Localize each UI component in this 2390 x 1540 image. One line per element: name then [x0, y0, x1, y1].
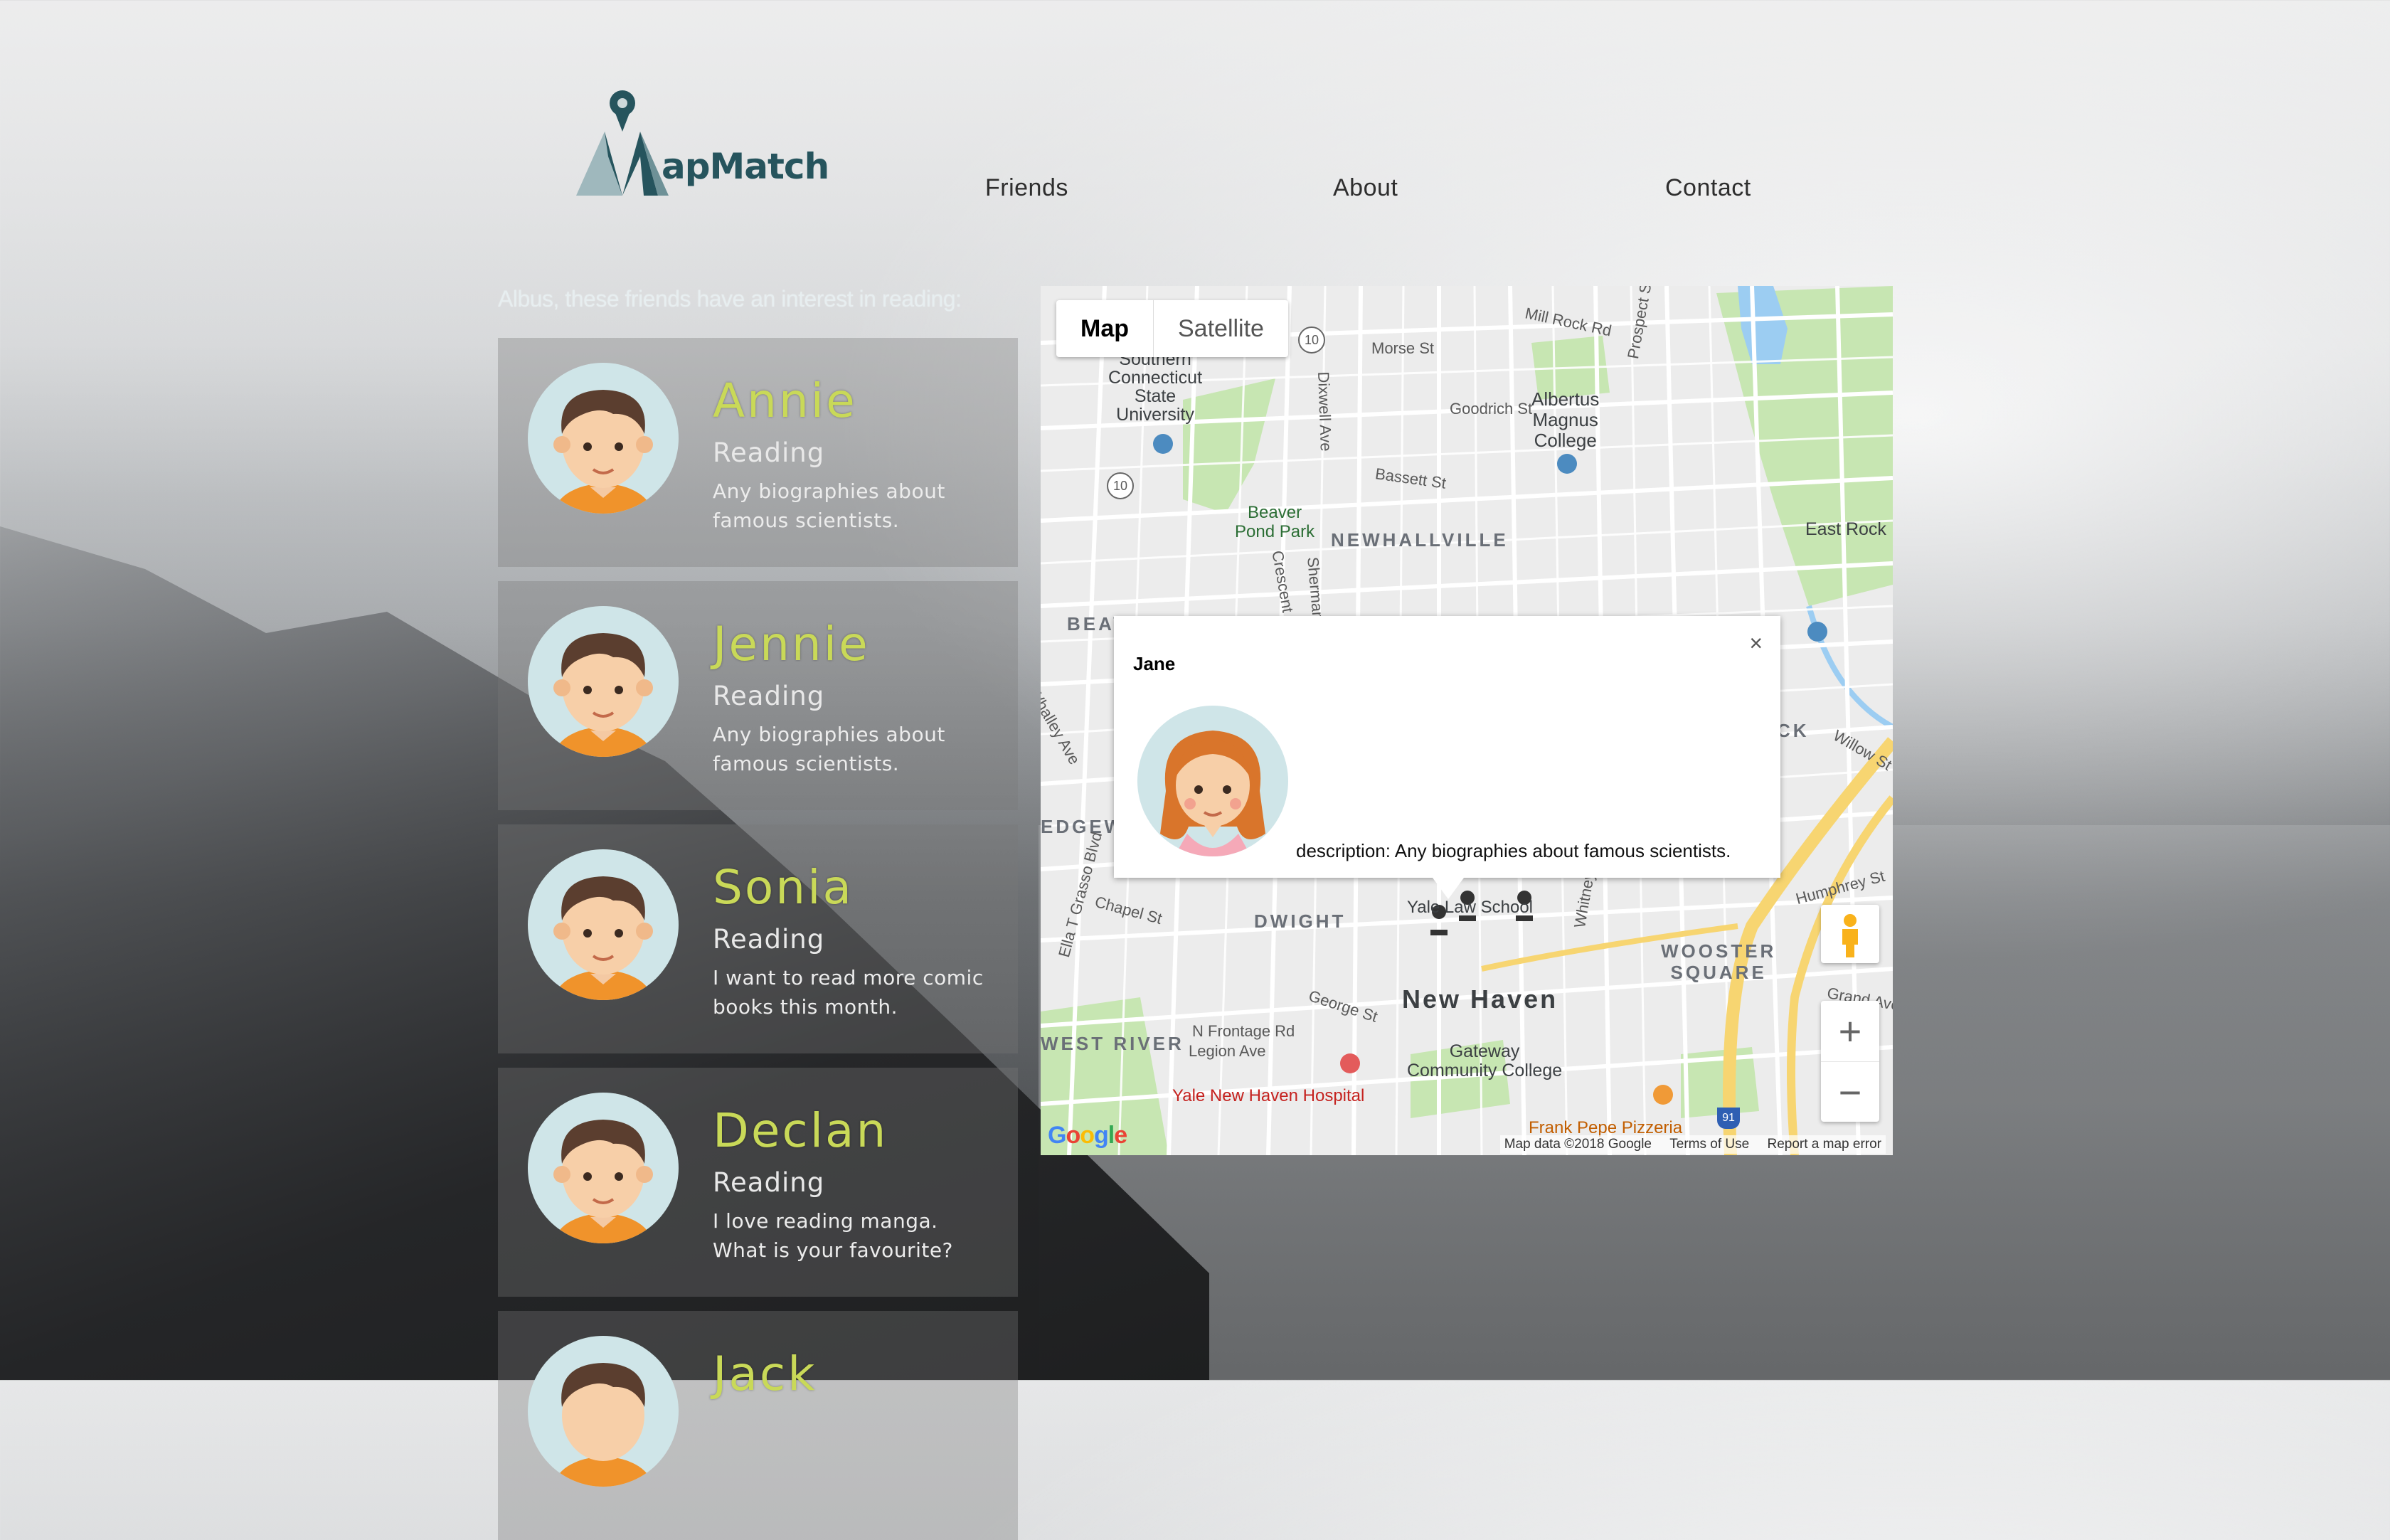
map-label-gateway: Gateway Community College [1407, 1041, 1563, 1080]
logo-text[interactable]: apMatch [662, 146, 829, 187]
map-label-dwight: DWIGHT [1254, 910, 1347, 932]
route-10-shield-icon: 10 [1298, 326, 1325, 354]
map-attribution: Map data ©2018 Google Terms of Use Repor… [1499, 1135, 1886, 1154]
girl-avatar-icon [1137, 706, 1288, 856]
interstate-91-shield-icon: 91 [1717, 1108, 1740, 1129]
friend-description: Any biographies about famous scientists. [713, 479, 945, 532]
map-label-east-rock-neighborhood: CK [1777, 720, 1810, 741]
friend-card[interactable]: Sonia Reading I want to read more comic … [498, 824, 1018, 1053]
map-label-wooster-square: WOOSTER SQUARE [1661, 940, 1777, 983]
info-window-title: Jane [1133, 653, 1176, 674]
friend-description: I love reading manga. What is your favou… [713, 1209, 953, 1262]
friend-card[interactable]: Annie Reading Any biographies about famo… [498, 338, 1018, 567]
map-type-satellite-button[interactable]: Satellite [1153, 300, 1288, 357]
report-map-error-link[interactable]: Report a map error [1767, 1137, 1881, 1152]
map-info-window: Jane × description: Any biographies abou… [1114, 616, 1780, 899]
map-data-text: Map data ©2018 Google [1504, 1137, 1652, 1152]
pegman-icon[interactable] [1821, 905, 1879, 963]
intro-text: Albus, these friends have an interest in… [498, 286, 962, 312]
map-label-albertus: Albertus Magnus College [1531, 388, 1600, 451]
map-type-map-button[interactable]: Map [1056, 300, 1153, 357]
boy-avatar-icon [528, 1336, 679, 1487]
boy-avatar-icon [528, 1093, 679, 1243]
friend-name: Sonia [713, 860, 854, 915]
map-label-n-frontage: N Frontage Rd [1192, 1022, 1295, 1040]
friend-description: I want to read more comic books this mon… [713, 966, 984, 1019]
map-label-edgewood: EDGEW [1041, 816, 1125, 837]
friend-interest: Reading [713, 437, 825, 468]
close-icon[interactable]: × [1749, 630, 1763, 657]
friend-name: Annie [713, 373, 857, 428]
friend-name: Jennie [713, 617, 870, 671]
nav-contact[interactable]: Contact [1665, 174, 1751, 202]
friend-interest: Reading [713, 1167, 825, 1198]
map-label-yale-law: Yale Law School [1407, 898, 1533, 917]
map-label-west-river: WEST RIVER [1041, 1033, 1184, 1054]
terms-of-use-link[interactable]: Terms of Use [1669, 1137, 1749, 1152]
friend-card[interactable]: Jack [498, 1311, 1018, 1540]
map-type-control: Map Satellite [1056, 300, 1288, 357]
map-label-newhallville: NEWHALLVILLE [1331, 529, 1509, 551]
nav-friends[interactable]: Friends [985, 174, 1068, 202]
map-label-yale-hospital: Yale New Haven Hospital [1172, 1086, 1365, 1105]
route-10-shield-icon: 10 [1107, 472, 1134, 499]
zoom-control: + − [1821, 1001, 1879, 1122]
map-label-beaver-pond: Beaver Pond Park [1235, 503, 1315, 541]
google-logo[interactable]: Google [1048, 1122, 1127, 1149]
map-label-legion: Legion Ave [1189, 1042, 1266, 1060]
map-label-new-haven: New Haven [1402, 984, 1558, 1014]
map-label-dixwell: Dixwell Ave [1314, 371, 1335, 452]
map-label-southern-ct: Southern Connecticut State University [1108, 349, 1203, 425]
map-label-east-rock: East Rock [1805, 519, 1886, 539]
friend-description: Any biographies about famous scientists. [713, 723, 945, 775]
boy-avatar-icon [528, 363, 679, 514]
friend-name: Declan [713, 1103, 888, 1158]
info-window-description: description: Any biographies about famou… [1296, 840, 1731, 861]
friend-card[interactable]: Jennie Reading Any biographies about fam… [498, 581, 1018, 810]
map-label-goodrich: Goodrich St [1450, 400, 1533, 418]
friend-card[interactable]: Declan Reading I love reading manga. Wha… [498, 1068, 1018, 1297]
friend-interest: Reading [713, 681, 825, 711]
zoom-in-button[interactable]: + [1821, 1001, 1879, 1062]
nav-about[interactable]: About [1333, 174, 1398, 202]
zoom-out-button[interactable]: − [1821, 1062, 1879, 1122]
friend-name: Jack [713, 1347, 817, 1401]
map-label-morse: Morse St [1371, 339, 1435, 357]
boy-avatar-icon [528, 849, 679, 1000]
friend-interest: Reading [713, 924, 825, 955]
boy-avatar-icon [528, 606, 679, 757]
